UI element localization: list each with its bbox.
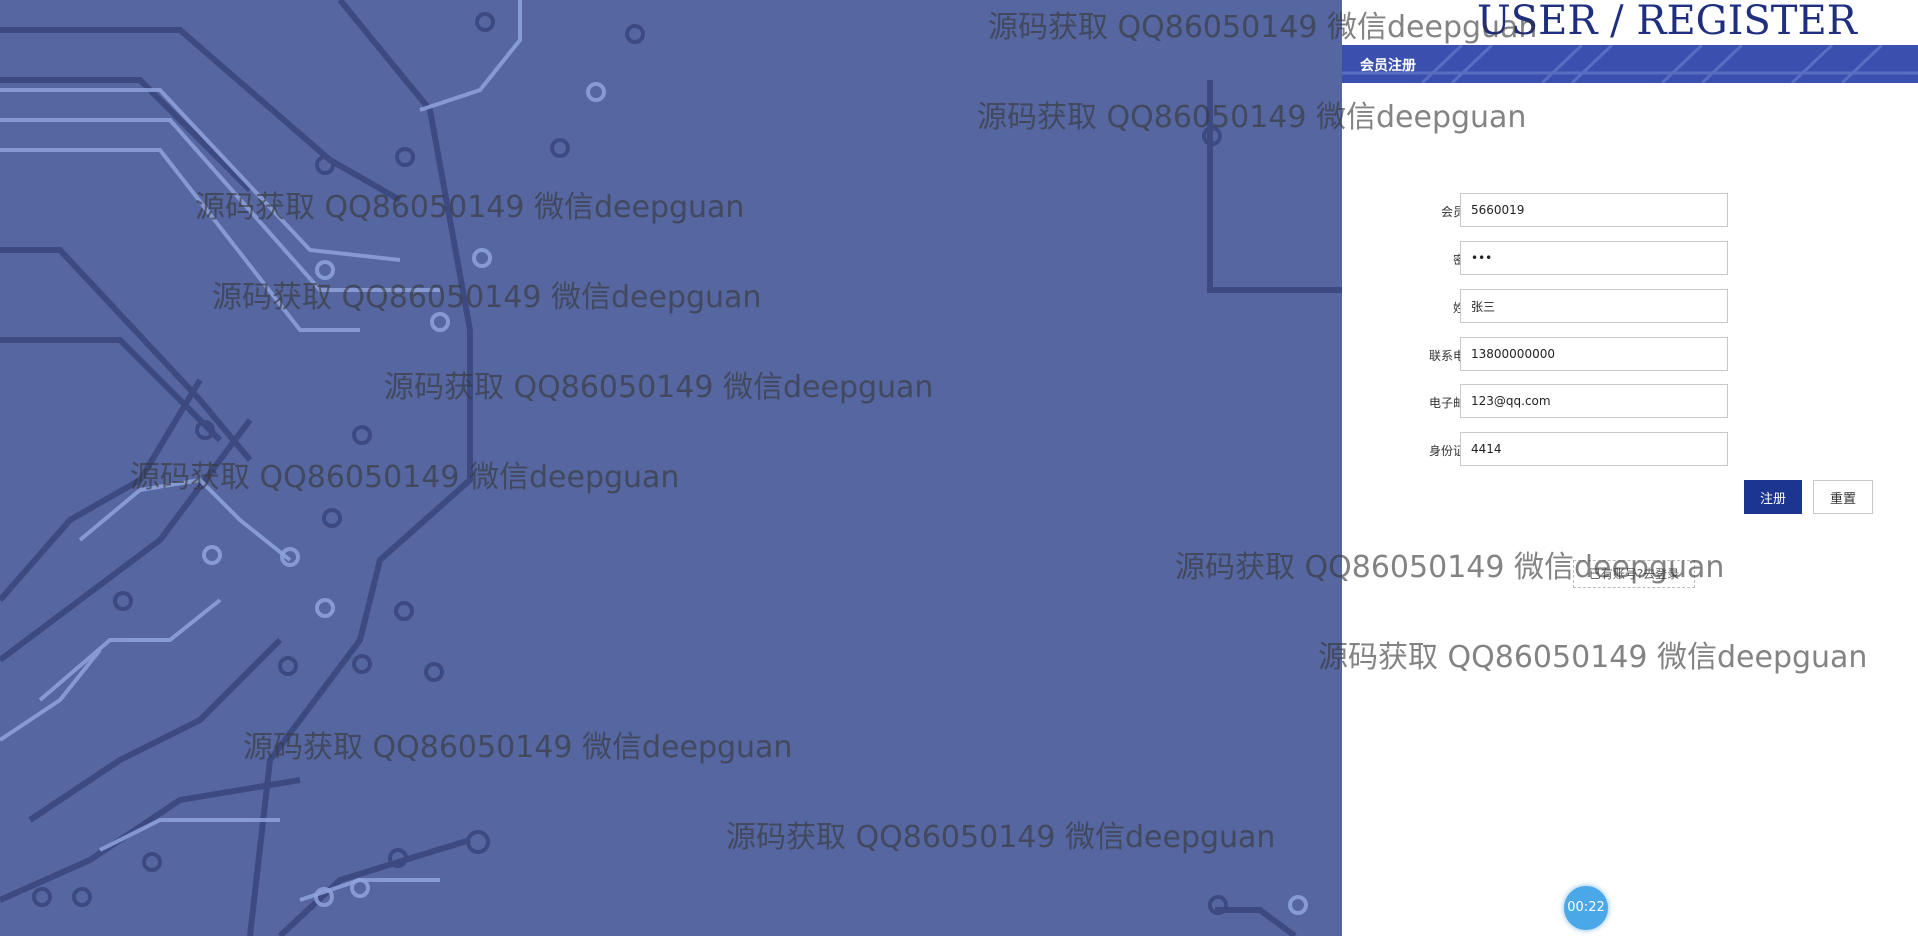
- timer-badge: 00:22: [1564, 886, 1608, 930]
- phone-input[interactable]: [1460, 337, 1728, 371]
- id-number-input[interactable]: [1460, 432, 1728, 466]
- reset-button[interactable]: 重置: [1813, 480, 1873, 514]
- form-row-password: 密码:: [1342, 241, 1918, 277]
- register-header-bar: 会员注册: [1342, 45, 1918, 83]
- circuit-background: [0, 0, 1342, 936]
- password-input[interactable]: [1460, 241, 1728, 275]
- member-id-input[interactable]: [1460, 193, 1728, 227]
- circuit-board-graphic: [0, 0, 1342, 936]
- go-to-login-link[interactable]: 已有账号?去登录: [1573, 560, 1695, 588]
- form-row-email: 电子邮箱:: [1342, 384, 1918, 420]
- form-row-member-id: 会员号:: [1342, 193, 1918, 229]
- register-button[interactable]: 注册: [1744, 480, 1802, 514]
- form-row-phone: 联系电话:: [1342, 337, 1918, 373]
- email-input[interactable]: [1460, 384, 1728, 418]
- header-bar-pattern: [1342, 45, 1918, 83]
- form-row-id-number: 身份证号:: [1342, 432, 1918, 468]
- register-title: USER / REGISTER: [1477, 0, 1857, 44]
- name-input[interactable]: [1460, 289, 1728, 323]
- register-header-label: 会员注册: [1360, 58, 1416, 74]
- form-row-name: 姓名:: [1342, 289, 1918, 325]
- register-panel: USER / REGISTER 会员注册 会员号: 密码: 姓名: 联系电话: …: [1342, 0, 1918, 936]
